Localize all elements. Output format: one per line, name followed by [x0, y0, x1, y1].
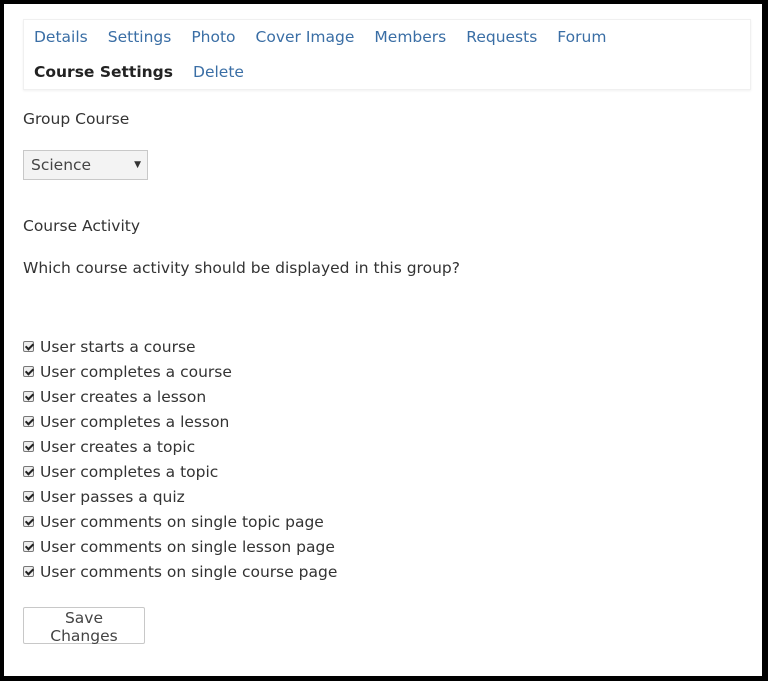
activity-option-label: User comments on single course page — [40, 562, 338, 581]
checkbox[interactable] — [23, 366, 34, 377]
checkbox[interactable] — [23, 466, 34, 477]
activity-option-label: User completes a topic — [40, 462, 219, 481]
activity-option: User comments on single topic page — [23, 509, 337, 534]
checkbox[interactable] — [23, 566, 34, 577]
tab-members[interactable]: Members — [364, 20, 446, 55]
tab-photo[interactable]: Photo — [181, 20, 235, 55]
tab-requests[interactable]: Requests — [456, 20, 537, 55]
tab-delete[interactable]: Delete — [183, 55, 244, 90]
activity-option: User starts a course — [23, 334, 337, 359]
activity-option-label: User comments on single topic page — [40, 512, 324, 531]
activity-option-label: User starts a course — [40, 337, 196, 356]
checkbox[interactable] — [23, 391, 34, 402]
activity-option-label: User completes a lesson — [40, 412, 230, 431]
checkbox[interactable] — [23, 341, 34, 352]
activity-option: User completes a topic — [23, 459, 337, 484]
tab-cover-image[interactable]: Cover Image — [246, 20, 355, 55]
activity-option-label: User comments on single lesson page — [40, 537, 335, 556]
activity-option: User completes a course — [23, 359, 337, 384]
save-changes-button[interactable]: Save Changes — [23, 607, 145, 645]
course-activity-label: Course Activity — [23, 217, 141, 235]
checkbox[interactable] — [23, 541, 34, 552]
checkbox[interactable] — [23, 416, 34, 427]
group-course-selected-value: Science — [31, 156, 92, 174]
course-activity-question: Which course activity should be displaye… — [23, 259, 460, 277]
checkbox[interactable] — [23, 491, 34, 502]
group-course-label: Group Course — [23, 110, 130, 128]
activity-option: User completes a lesson — [23, 409, 337, 434]
checkbox[interactable] — [23, 516, 34, 527]
group-course-select[interactable]: Science ▼ — [23, 150, 148, 180]
course-activity-checklist: User starts a course User completes a co… — [23, 334, 337, 584]
activity-option-label: User passes a quiz — [40, 487, 185, 506]
activity-option: User creates a lesson — [23, 384, 337, 409]
checkbox[interactable] — [23, 441, 34, 452]
activity-option: User passes a quiz — [23, 484, 337, 509]
tab-forum[interactable]: Forum — [547, 20, 606, 55]
group-nav-tabs: Details Settings Photo Cover Image Membe… — [23, 19, 751, 90]
activity-option-label: User creates a topic — [40, 437, 196, 456]
activity-option: User creates a topic — [23, 434, 337, 459]
activity-option-label: User creates a lesson — [40, 387, 207, 406]
tab-settings[interactable]: Settings — [98, 20, 172, 55]
activity-option: User comments on single course page — [23, 559, 337, 584]
tab-details[interactable]: Details — [24, 20, 88, 55]
tab-course-settings[interactable]: Course Settings — [24, 55, 173, 90]
settings-panel: Details Settings Photo Cover Image Membe… — [4, 4, 762, 676]
activity-option: User comments on single lesson page — [23, 534, 337, 559]
activity-option-label: User completes a course — [40, 362, 232, 381]
chevron-down-icon: ▼ — [134, 160, 141, 170]
